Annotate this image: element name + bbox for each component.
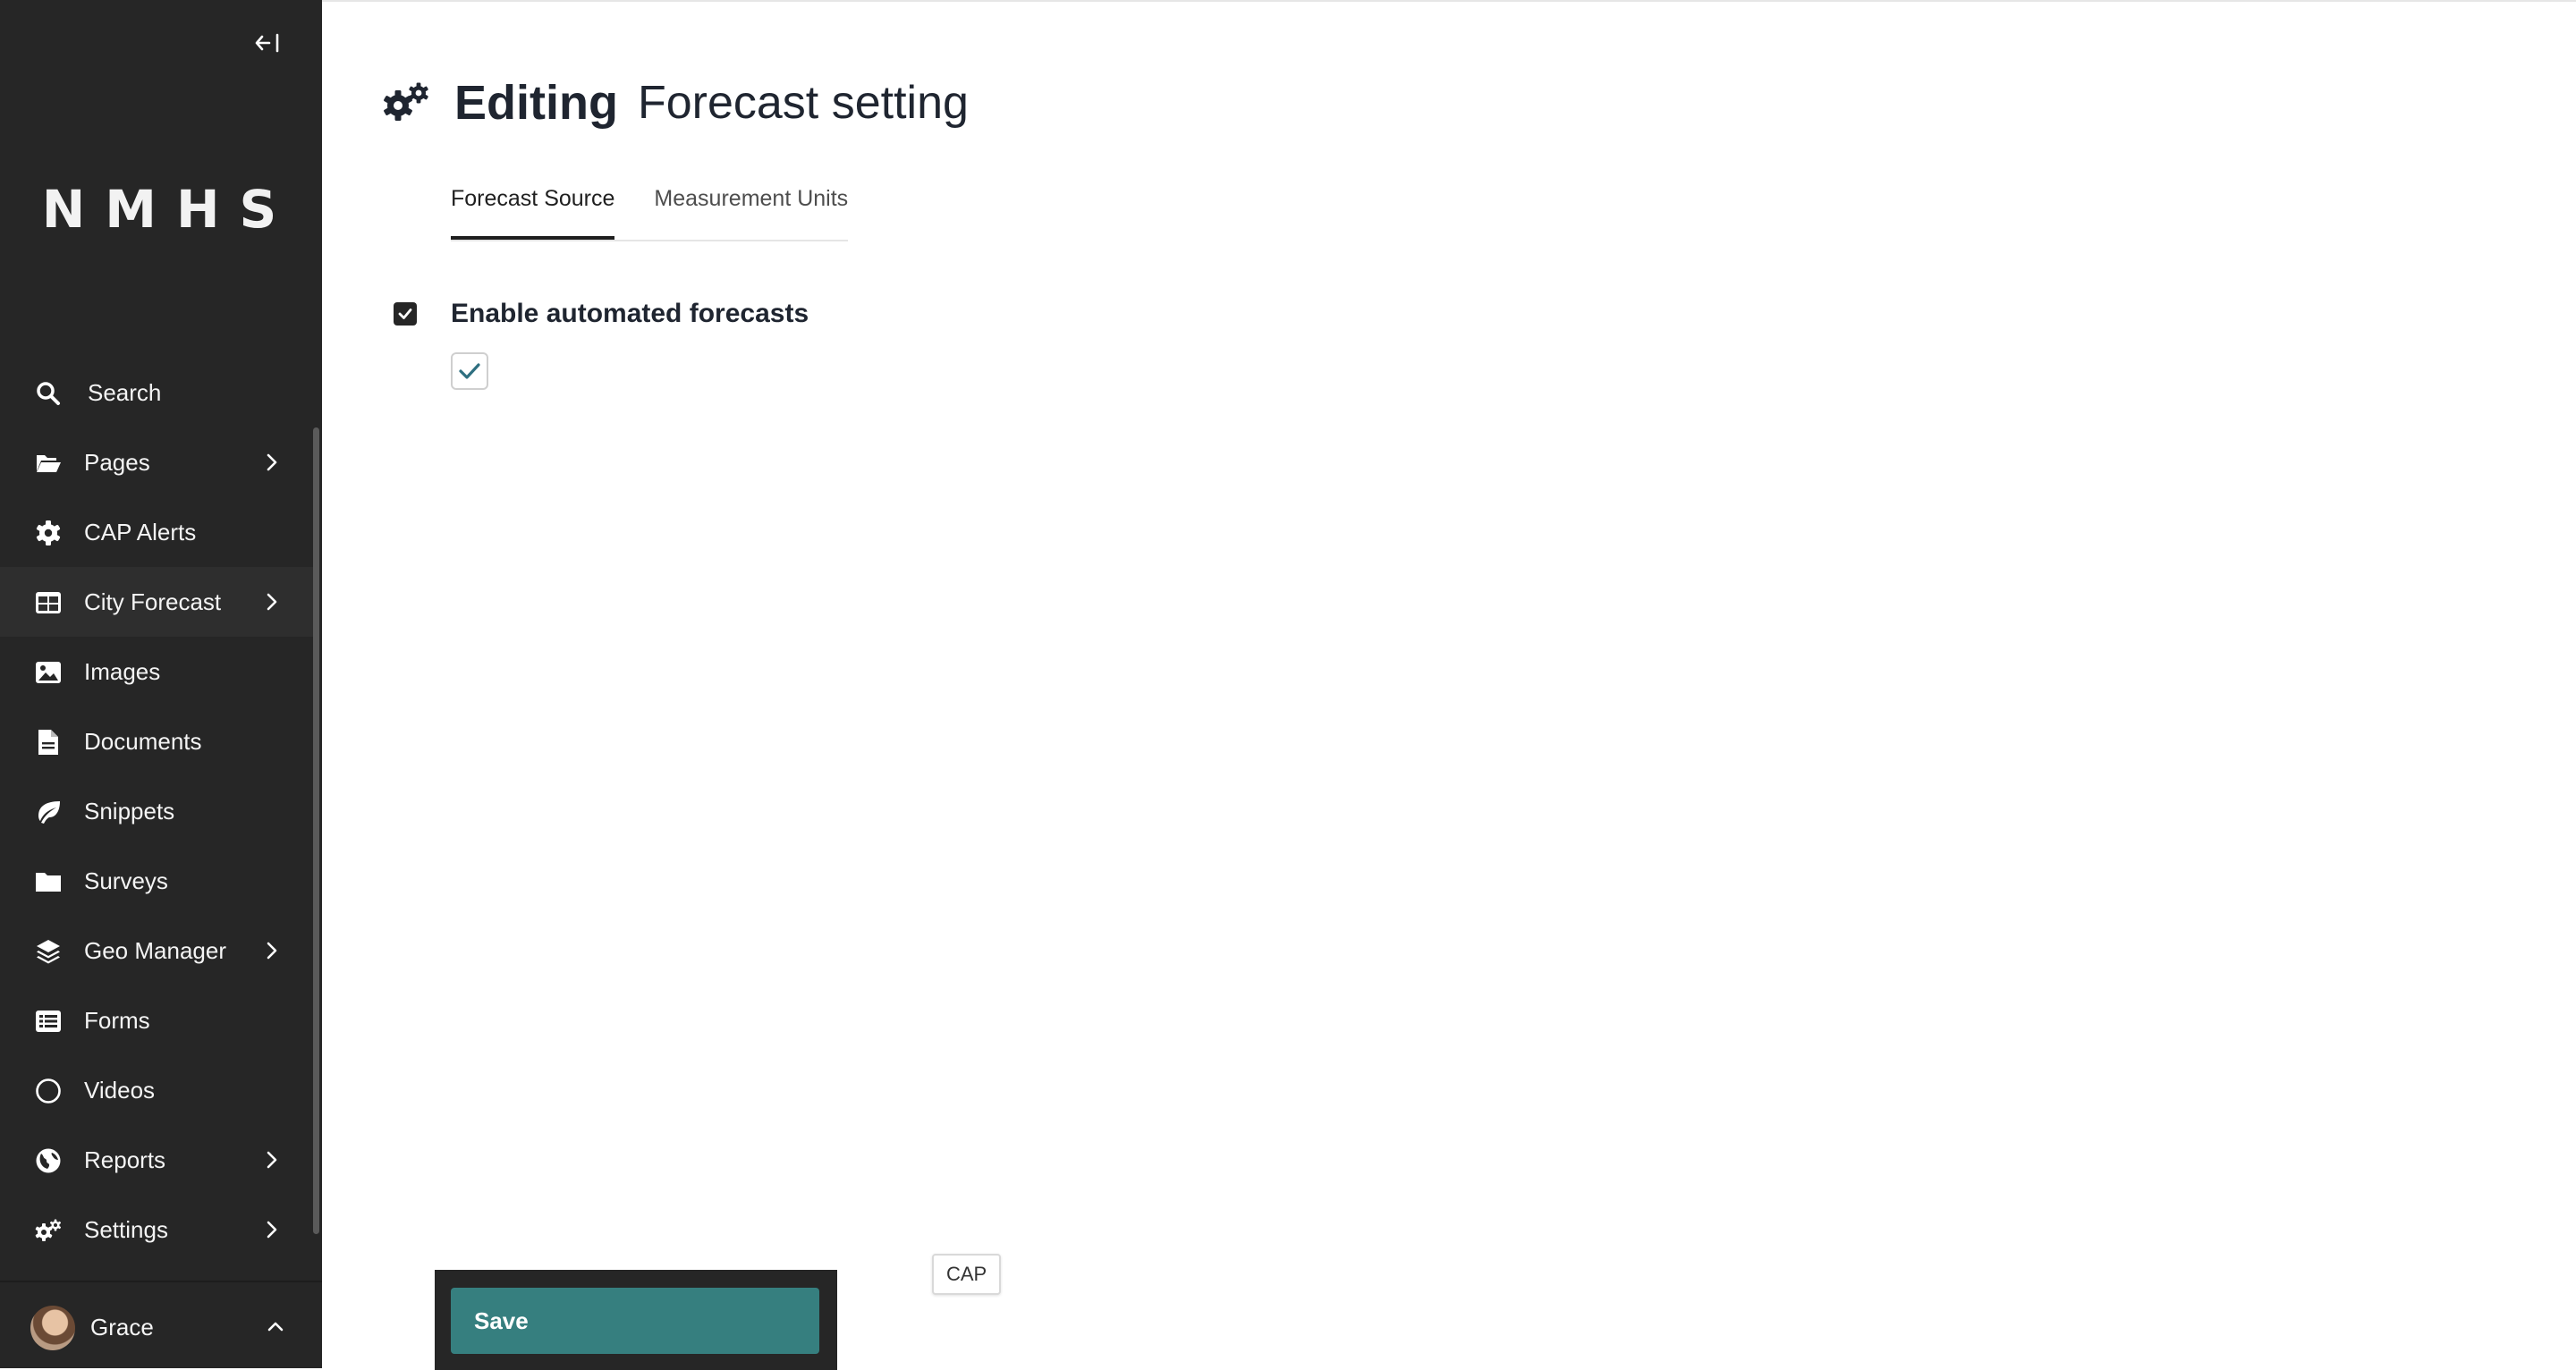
globe-icon — [34, 1146, 63, 1175]
sidebar-item-label: City Forecast — [84, 588, 222, 615]
folder-open-icon — [34, 449, 63, 478]
sidebar-item-reports[interactable]: Reports — [0, 1125, 315, 1195]
tab-forecast-source[interactable]: Forecast Source — [451, 177, 615, 240]
action-footer: Save — [435, 1270, 837, 1370]
sidebar-item-label: Snippets — [84, 797, 175, 825]
table-icon — [34, 588, 63, 617]
chevron-right-icon — [267, 453, 277, 471]
checkmark-icon — [459, 363, 480, 379]
sidebar-item-settings[interactable]: Settings — [0, 1195, 315, 1264]
sidebar-item-snippets[interactable]: Snippets — [0, 776, 315, 846]
leaf-icon — [34, 798, 63, 826]
sidebar-item-label: Forms — [84, 1006, 150, 1034]
search-icon — [34, 379, 63, 408]
gear-icon — [34, 519, 63, 547]
sidebar-item-videos[interactable]: Videos — [0, 1055, 315, 1125]
main-content: Editing Forecast setting Forecast Source… — [322, 0, 2576, 1370]
sidebar-item-label: CAP Alerts — [84, 518, 197, 545]
site-logo[interactable]: NMHS — [0, 179, 322, 240]
sidebar-item-label: Surveys — [84, 867, 168, 894]
image-icon — [34, 658, 63, 687]
cap-tag: CAP — [932, 1254, 1002, 1295]
cogs-icon — [384, 82, 428, 121]
document-icon — [34, 728, 63, 757]
sidebar-item-geo-manager[interactable]: Geo Manager — [0, 916, 315, 985]
chevron-up-icon — [267, 1322, 284, 1332]
collapse-left-icon — [255, 33, 279, 53]
sidebar-item-images[interactable]: Images — [0, 637, 315, 706]
sidebar-item-label: Geo Manager — [84, 936, 226, 964]
sidebar-item-label: Settings — [84, 1215, 168, 1243]
sidebar-item-label: Pages — [84, 448, 150, 476]
chevron-right-icon — [267, 1221, 277, 1239]
field-collapse-toggle[interactable] — [394, 302, 417, 326]
sidebar-item-search[interactable]: Search — [0, 358, 315, 427]
sidebar-item-label: Videos — [84, 1076, 156, 1104]
chevron-right-icon — [267, 593, 277, 611]
collapse-sidebar-button[interactable] — [242, 23, 295, 63]
sidebar-item-forms[interactable]: Forms — [0, 985, 315, 1055]
page-subtitle: Forecast setting — [637, 77, 969, 129]
circle-icon — [34, 1077, 63, 1105]
enable-automated-forecasts-checkbox[interactable] — [451, 352, 488, 390]
sidebar-scrollbar[interactable] — [313, 427, 319, 1234]
user-menu[interactable]: Grace — [0, 1288, 322, 1366]
sidebar-item-surveys[interactable]: Surveys — [0, 846, 315, 916]
cogs-icon — [34, 1216, 63, 1245]
sidebar-item-pages[interactable]: Pages — [0, 427, 315, 497]
sidebar-item-city-forecast[interactable]: City Forecast — [0, 567, 315, 637]
sidebar: NMHS Search Pages CAP Alerts City Foreca… — [0, 0, 322, 1368]
list-icon — [34, 1007, 63, 1036]
sidebar-item-label: Search — [88, 378, 162, 406]
page-header: Editing Forecast setting — [381, 72, 969, 134]
chevron-right-icon — [267, 942, 277, 960]
sidebar-item-label: Images — [84, 657, 161, 685]
checkmark-icon — [398, 309, 412, 319]
sidebar-item-cap-alerts[interactable]: CAP Alerts — [0, 497, 315, 567]
field-label: Enable automated forecasts — [451, 299, 809, 328]
sidebar-nav: Search Pages CAP Alerts City Forecast Im… — [0, 358, 315, 1264]
avatar — [30, 1306, 75, 1350]
sidebar-item-label: Documents — [84, 727, 202, 755]
layers-icon — [34, 937, 63, 966]
sidebar-item-documents[interactable]: Documents — [0, 706, 315, 776]
user-name: Grace — [90, 1313, 154, 1340]
page-title: Editing — [454, 76, 618, 130]
tab-bar: Forecast Source Measurement Units — [451, 177, 849, 241]
sidebar-footer-divider — [0, 1281, 322, 1282]
tab-measurement-units[interactable]: Measurement Units — [654, 177, 848, 229]
chevron-right-icon — [267, 1151, 277, 1169]
sidebar-item-label: Reports — [84, 1146, 166, 1173]
save-button[interactable]: Save — [451, 1288, 819, 1354]
folder-icon — [34, 867, 63, 896]
